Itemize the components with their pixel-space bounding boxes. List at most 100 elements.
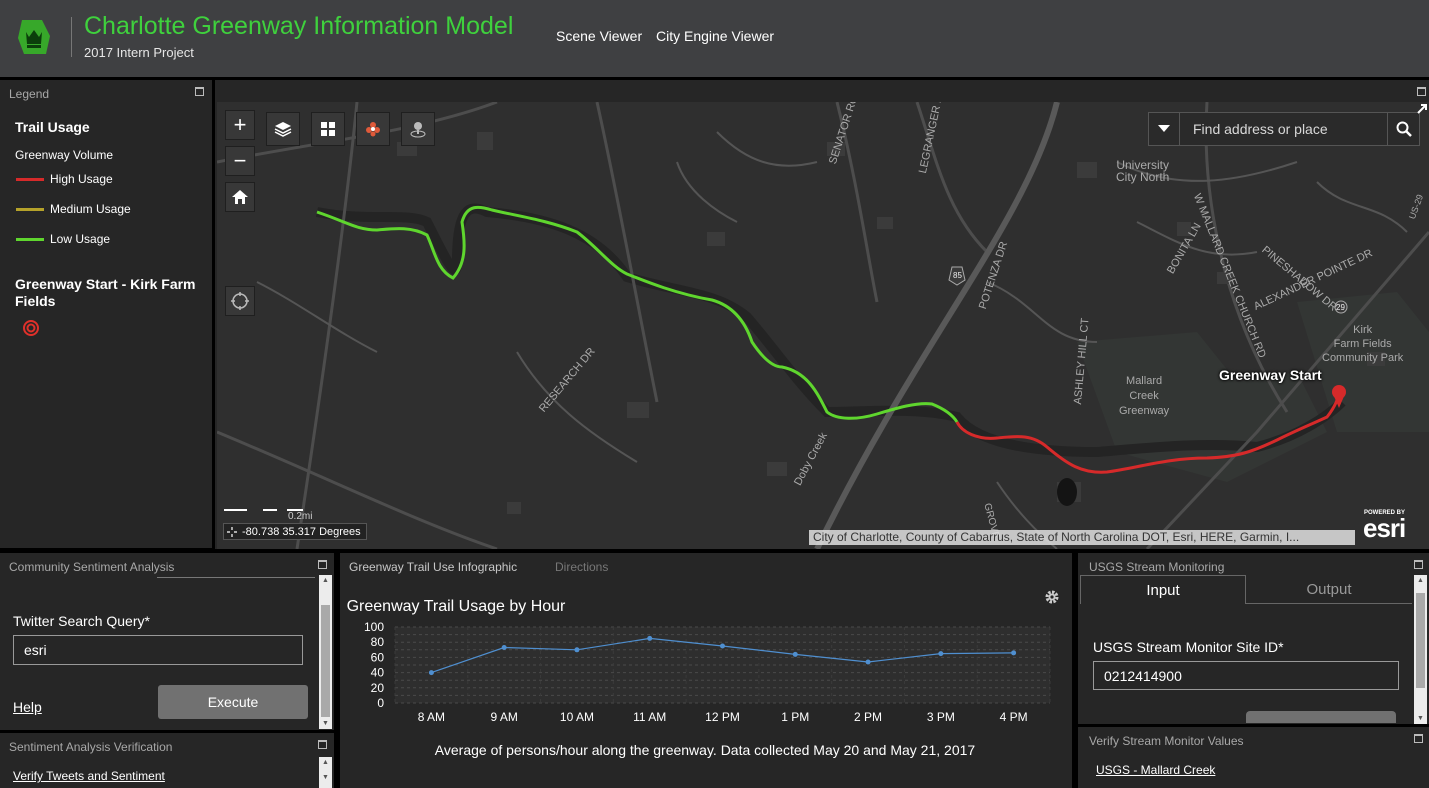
site-id-label: USGS Stream Monitor Site ID* <box>1093 639 1284 655</box>
chart-data-point <box>428 670 434 676</box>
help-link[interactable]: Help <box>13 699 42 715</box>
coordinates-readout: -80.738 35.317 Degrees <box>223 523 367 540</box>
search-source-dropdown[interactable] <box>1149 113 1180 145</box>
legend-layer-title: Trail Usage <box>15 119 90 135</box>
site-id-input[interactable]: 0212414900 <box>1093 661 1399 690</box>
home-icon <box>232 190 248 204</box>
maximize-icon[interactable] <box>318 740 327 749</box>
chart-xtick-label: 11 AM <box>633 710 666 724</box>
nav-city-engine-viewer[interactable]: City Engine Viewer <box>656 28 774 44</box>
map-pin-icon <box>410 122 426 138</box>
search-icon <box>1396 121 1412 137</box>
gear-icon[interactable] <box>1044 589 1060 605</box>
scrollbar-thumb[interactable] <box>321 605 330 717</box>
legend-field-name: Greenway Volume <box>15 148 114 162</box>
header-separator <box>71 17 72 57</box>
fullscreen-icon[interactable] <box>1415 102 1429 116</box>
scale-bar-label: 0.2mi <box>288 511 313 522</box>
zoom-out-button[interactable]: − <box>225 146 255 176</box>
chart-xtick-label: 8 AM <box>418 710 445 724</box>
chart-title: Greenway Trail Usage by Hour <box>346 598 566 615</box>
search-input[interactable] <box>1181 113 1387 145</box>
medium-usage-swatch <box>16 207 44 211</box>
usgs-mallard-creek-link[interactable]: USGS - Mallard Creek <box>1096 763 1215 777</box>
chart-xtick-label: 9 AM <box>490 710 517 724</box>
verify-tweets-link[interactable]: Verify Tweets and Sentiment <box>13 769 165 783</box>
maximize-icon[interactable] <box>318 560 327 569</box>
zoom-in-button[interactable]: + <box>225 110 255 140</box>
chart-data-point <box>501 645 507 651</box>
crosshair-icon[interactable] <box>227 526 237 537</box>
locate-icon <box>231 292 249 310</box>
tab-output[interactable]: Output <box>1246 575 1412 604</box>
tab-infographic[interactable]: Greenway Trail Use Infographic <box>349 560 517 574</box>
maximize-icon[interactable] <box>1414 560 1423 569</box>
chart-xtick-label: 10 AM <box>560 710 594 724</box>
chart-xtick-label: 2 PM <box>854 710 882 724</box>
verification-panel: Sentiment Analysis Verification Verify T… <box>0 733 334 788</box>
home-button[interactable] <box>225 182 255 212</box>
legend-item-label: Low Usage <box>50 232 111 246</box>
legend-panel-title: Legend <box>9 87 50 101</box>
scrollbar-thumb[interactable] <box>1416 593 1425 688</box>
scroll-up-icon[interactable]: ▲ <box>322 577 329 584</box>
scroll-down-icon[interactable]: ▼ <box>1417 715 1424 722</box>
geocoder-search <box>1148 112 1420 146</box>
twitter-query-input[interactable]: esri <box>13 635 303 665</box>
submit-button[interactable] <box>1246 711 1396 723</box>
flower-icon <box>366 122 380 137</box>
app-title: Charlotte Greenway Information Model <box>84 12 514 40</box>
i85-shield-label: 85 <box>953 271 962 280</box>
execute-button[interactable]: Execute <box>158 685 308 719</box>
chevron-down-icon <box>1158 125 1170 132</box>
chart-ytick-label: 60 <box>371 650 385 664</box>
chart-ytick-label: 80 <box>371 635 385 649</box>
chart-ytick-label: 100 <box>364 620 384 634</box>
chart-data-point <box>792 651 798 657</box>
usgs-panel-title: USGS Stream Monitoring <box>1089 560 1225 574</box>
search-button[interactable] <box>1387 113 1419 145</box>
twitter-query-label: Twitter Search Query* <box>13 613 150 629</box>
verification-scrollbar[interactable]: ▲ ▼ <box>319 757 332 788</box>
tab-input[interactable]: Input <box>1080 575 1246 604</box>
sentiment-panel-title: Community Sentiment Analysis <box>9 560 175 574</box>
flower-widget-button[interactable] <box>356 112 390 146</box>
verify-stream-panel-title: Verify Stream Monitor Values <box>1089 734 1244 748</box>
layers-icon <box>274 122 292 137</box>
app-subtitle: 2017 Intern Project <box>84 45 194 60</box>
city-crown-logo <box>18 20 50 54</box>
legend-item-medium: Medium Usage <box>16 202 131 216</box>
maximize-icon[interactable] <box>1414 734 1423 743</box>
chart-data-point <box>865 659 871 665</box>
tab-directions[interactable]: Directions <box>555 560 608 574</box>
usgs-scrollbar[interactable]: ▲ ▼ <box>1414 575 1427 724</box>
chart-data-point <box>574 647 580 653</box>
esri-logo: POWERED BY esri <box>1363 510 1406 543</box>
map-view[interactable]: University City North Mallard Creek Greenwa… <box>217 102 1429 549</box>
map-attribution: City of Charlotte, County of Cabarrus, S… <box>809 530 1355 545</box>
layer-list-button[interactable] <box>266 112 300 146</box>
grid-icon <box>321 122 335 136</box>
legend-item-high: High Usage <box>16 172 113 186</box>
low-usage-swatch <box>16 237 44 241</box>
scroll-up-icon[interactable]: ▲ <box>322 759 329 766</box>
basemap-gallery-button[interactable] <box>311 112 345 146</box>
map-label-kirk-farm-fields: Kirk Farm Fields Community Park <box>1322 324 1404 364</box>
maximize-icon[interactable] <box>195 87 204 96</box>
greenway-start-label: Greenway Start <box>1219 367 1322 383</box>
chart-xtick-label: 1 PM <box>781 710 809 724</box>
measure-location-button[interactable] <box>401 112 435 146</box>
nav-scene-viewer[interactable]: Scene Viewer <box>556 28 642 44</box>
locate-button[interactable] <box>225 286 255 316</box>
scroll-up-icon[interactable]: ▲ <box>1417 577 1424 584</box>
legend-layer-title: Greenway Start - Kirk Farm Fields <box>15 276 196 309</box>
scroll-down-icon[interactable]: ▼ <box>322 720 329 727</box>
chart-ytick-label: 0 <box>377 696 384 710</box>
greenway-low-usage-line <box>316 205 959 423</box>
scroll-down-icon[interactable]: ▼ <box>322 774 329 781</box>
high-usage-swatch <box>16 177 44 181</box>
trail-usage-chart: 02040 6080100 8 AM 9 AM 10 AM 11 AM 12 PM 1 PM 2… <box>364 620 1051 724</box>
legend-panel: Legend Trail Usage Greenway Volume High … <box>0 80 212 548</box>
maximize-icon[interactable] <box>1417 87 1426 96</box>
chart-data-point <box>720 643 725 649</box>
